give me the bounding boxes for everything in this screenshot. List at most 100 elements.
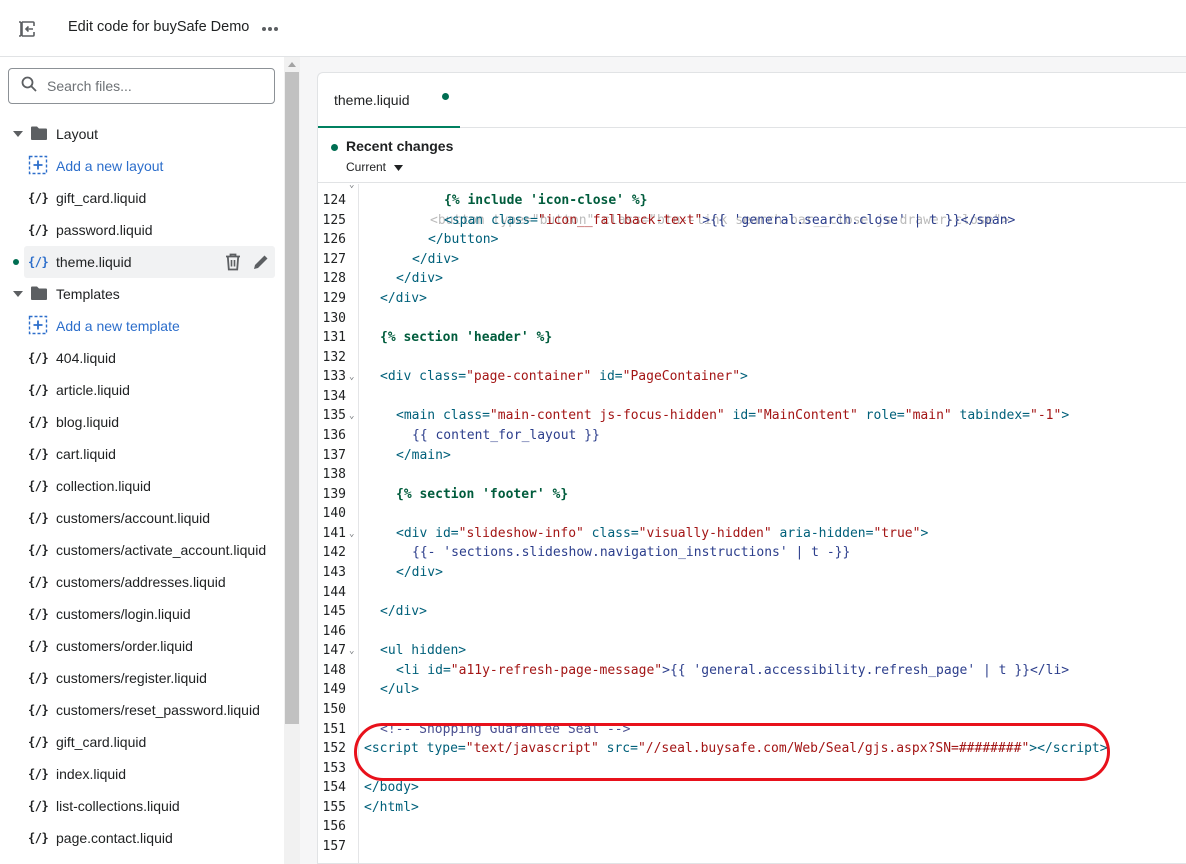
line-number: 156 <box>322 819 346 834</box>
liquid-file-icon: {/} <box>28 447 49 461</box>
code-text: </div> <box>380 604 427 619</box>
line-number: 148 <box>322 663 346 678</box>
recent-changes-bar: Recent changes Current <box>318 129 1186 183</box>
code-line: 138 <box>318 465 1186 485</box>
code-text: </html> <box>364 800 419 815</box>
scroll-up-arrow-icon[interactable] <box>284 57 300 71</box>
line-number: 147 <box>322 643 346 658</box>
line-number: 130 <box>322 311 346 326</box>
code-text: </div> <box>380 291 427 306</box>
code-line: 151 <!-- Shopping Guarantee Seal --> <box>318 720 1186 740</box>
tab-label: theme.liquid <box>334 91 410 108</box>
more-horizontal-icon[interactable] <box>258 17 282 41</box>
fold-arrow-icon[interactable]: ⌄ <box>349 407 354 427</box>
fold-arrow-icon[interactable]: ⌄ <box>349 642 354 662</box>
line-number: 154 <box>322 780 346 795</box>
line-number: 150 <box>322 702 346 717</box>
file-item[interactable]: {/} password.liquid <box>0 214 284 246</box>
search-box[interactable] <box>8 68 275 104</box>
file-label: page.contact.liquid <box>56 830 173 846</box>
file-label: customers/account.liquid <box>56 510 211 526</box>
file-item[interactable]: {/} blog.liquid <box>0 406 284 438</box>
code-line: 152 <script type="text/javascript" src="/… <box>318 739 1186 759</box>
file-sidebar: Layout Add a new layout {/} gift_card.li… <box>0 57 284 864</box>
add-file-icon <box>28 155 48 178</box>
caret-down-icon <box>12 290 24 298</box>
file-item[interactable]: {/} gift_card.liquid <box>0 182 284 214</box>
code-line: 137 </main> <box>318 446 1186 466</box>
file-item[interactable]: {/} customers/login.liquid <box>0 598 284 630</box>
code-text: </div> <box>396 271 443 286</box>
line-number: 131 <box>322 330 346 345</box>
file-label: collection.liquid <box>56 478 151 494</box>
code-line: 145 </div> <box>318 602 1186 622</box>
code-area[interactable]: ⌄ <button type="button" class="btn--link… <box>318 184 1186 863</box>
code-line: 149 </ul> <box>318 680 1186 700</box>
file-item[interactable]: {/} customers/register.liquid <box>0 662 284 694</box>
search-files-input[interactable] <box>47 78 247 94</box>
file-item[interactable]: {/} customers/order.liquid <box>0 630 284 662</box>
line-number: 149 <box>322 682 346 697</box>
file-label: blog.liquid <box>56 414 120 430</box>
line-number: 135 <box>322 408 346 423</box>
liquid-file-icon: {/} <box>28 575 49 589</box>
file-item[interactable]: {/} gift_card.liquid <box>0 726 284 758</box>
version-select[interactable]: Current <box>346 160 404 174</box>
tab-bar: theme.liquid <box>318 73 1186 128</box>
code-line: 141 ⌄ <div id="slideshow-info" class="visu… <box>318 524 1186 544</box>
unsaved-dot <box>442 93 449 100</box>
code-line: 130 <box>318 309 1186 329</box>
file-item[interactable]: {/} cart.liquid <box>0 438 284 470</box>
add-template-link[interactable]: Add a new template <box>0 310 284 342</box>
fold-arrow-icon[interactable]: ⌄ <box>349 525 354 545</box>
code-line: 139 {% section 'footer' %} <box>318 485 1186 505</box>
folder-templates[interactable]: Templates <box>0 278 284 310</box>
code-line: 127 </div> <box>318 250 1186 270</box>
line-number: 129 <box>322 291 346 306</box>
code-line: 146 <box>318 622 1186 642</box>
file-label: gift_card.liquid <box>56 734 147 750</box>
file-item[interactable]: {/} index.liquid <box>0 758 284 790</box>
code-line: 154 </body> <box>318 778 1186 798</box>
file-label: customers/register.liquid <box>56 670 207 686</box>
edit-pencil-icon[interactable] <box>251 252 271 272</box>
file-item[interactable]: {/} customers/reset_password.liquid <box>0 694 284 726</box>
add-layout-link[interactable]: Add a new layout <box>0 150 284 182</box>
caret-down-icon <box>394 160 404 174</box>
sidebar-scrollbar[interactable] <box>284 57 300 864</box>
code-text: </ul> <box>380 682 420 697</box>
file-item[interactable]: {/} customers/account.liquid <box>0 502 284 534</box>
add-layout-label[interactable]: Add a new layout <box>56 158 163 174</box>
tab-theme-liquid[interactable]: theme.liquid <box>318 73 460 128</box>
add-template-label[interactable]: Add a new template <box>56 318 180 334</box>
line-number: 155 <box>322 800 346 815</box>
line-number: 140 <box>322 506 346 521</box>
line-number: 146 <box>322 624 346 639</box>
delete-icon[interactable] <box>223 252 243 272</box>
fold-arrow-icon[interactable]: ⌄ <box>349 368 354 388</box>
file-label: cart.liquid <box>56 446 116 462</box>
file-item[interactable]: {/} customers/addresses.liquid <box>0 566 284 598</box>
file-item-active[interactable]: {/} theme.liquid <box>13 246 275 278</box>
file-item[interactable]: {/} list-collections.liquid <box>0 790 284 822</box>
liquid-file-icon: {/} <box>28 831 49 845</box>
folder-layout[interactable]: Layout <box>0 118 284 150</box>
file-tree: Layout Add a new layout {/} gift_card.li… <box>0 118 284 854</box>
file-item[interactable]: {/} 404.liquid <box>0 342 284 374</box>
code-line: 129 </div> <box>318 289 1186 309</box>
file-label: customers/addresses.liquid <box>56 574 226 590</box>
scrollbar-thumb[interactable] <box>285 72 299 724</box>
line-number: 152 <box>322 741 346 756</box>
file-item[interactable]: {/} page.contact.liquid <box>0 822 284 854</box>
liquid-file-icon: {/} <box>28 255 49 269</box>
file-item[interactable]: {/} collection.liquid <box>0 470 284 502</box>
code-line: 155 </html> <box>318 798 1186 818</box>
code-editor-panel: theme.liquid Recent changes Current ⌄ <b… <box>317 72 1186 864</box>
exit-icon[interactable] <box>16 17 40 41</box>
changes-dot <box>331 144 338 151</box>
file-item[interactable]: {/} customers/activate_account.liquid <box>0 534 284 566</box>
file-item[interactable]: {/} article.liquid <box>0 374 284 406</box>
recent-changes-title: Recent changes <box>346 138 454 154</box>
liquid-file-icon: {/} <box>28 191 49 205</box>
liquid-file-icon: {/} <box>28 543 49 557</box>
